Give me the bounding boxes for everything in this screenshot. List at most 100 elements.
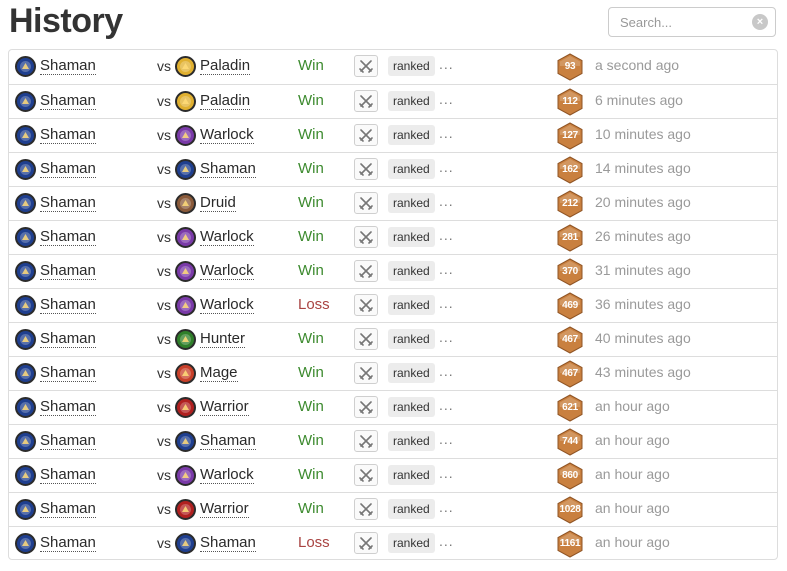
player-class-link[interactable]: Shaman (40, 262, 96, 280)
more-button[interactable]: ... (439, 56, 454, 72)
opponent-class-link[interactable]: Shaman (200, 160, 256, 178)
player-class-link[interactable]: Shaman (40, 194, 96, 212)
warlock-class-icon (175, 465, 196, 486)
more-button[interactable]: ... (439, 465, 454, 481)
opponent-class-link[interactable]: Shaman (200, 432, 256, 450)
shaman-class-icon (15, 261, 36, 282)
more-button[interactable]: ... (439, 193, 454, 209)
rank-value: 860 (562, 470, 578, 481)
opponent-class-link[interactable]: Warlock (200, 466, 254, 484)
more-button[interactable]: ... (439, 363, 454, 379)
more-button[interactable]: ... (439, 499, 454, 515)
history-row[interactable]: Shaman vs Hunter Win ranked... 467 40 minutes … (9, 322, 777, 356)
search-input[interactable] (609, 8, 749, 36)
opponent-class-link[interactable]: Paladin (200, 57, 251, 75)
crossed-swords-icon[interactable] (354, 362, 378, 384)
opponent-class-link[interactable]: Paladin (200, 92, 251, 110)
history-row[interactable]: Shaman vs Warlock Win ranked... 281 26 minutes… (9, 220, 777, 254)
player-class-link[interactable]: Shaman (40, 160, 96, 178)
crossed-swords-icon[interactable] (354, 498, 378, 520)
more-button[interactable]: ... (439, 295, 454, 311)
shaman-class-icon (15, 533, 36, 554)
result-label: Loss (298, 534, 330, 551)
crossed-swords-icon[interactable] (354, 226, 378, 248)
more-button[interactable]: ... (439, 159, 454, 175)
result-label: Win (298, 262, 324, 279)
history-row[interactable]: Shaman vs Warrior Win ranked... 1028 an hour a… (9, 492, 777, 526)
crossed-swords-icon[interactable] (354, 55, 378, 77)
history-row[interactable]: Shaman vs Druid Win ranked... 212 20 minutes a… (9, 186, 777, 220)
mode-badge: ranked (388, 227, 435, 247)
mode-badge: ranked (388, 159, 435, 179)
shaman-class-icon (15, 397, 36, 418)
crossed-swords-icon[interactable] (354, 328, 378, 350)
crossed-swords-icon[interactable] (354, 532, 378, 554)
history-row[interactable]: Shaman vs Paladin Win ranked... 112 6 minutes … (9, 84, 777, 118)
opponent-class-link[interactable]: Warlock (200, 126, 254, 144)
vs-label: vs (157, 501, 171, 517)
history-row[interactable]: Shaman vs Warlock Loss ranked... 469 36 minute… (9, 288, 777, 322)
history-row[interactable]: Shaman vs Warrior Win ranked... 621 an hour ag… (9, 390, 777, 424)
result-label: Win (298, 432, 324, 449)
vs-label: vs (157, 58, 171, 74)
shaman-class-icon (15, 159, 36, 180)
history-row[interactable]: Shaman vs Shaman Win ranked... 162 14 minutes … (9, 152, 777, 186)
player-class-link[interactable]: Shaman (40, 330, 96, 348)
rank-value: 93 (564, 61, 576, 72)
more-button[interactable]: ... (439, 329, 454, 345)
rank-value: 212 (562, 198, 578, 209)
crossed-swords-icon[interactable] (354, 464, 378, 486)
history-row[interactable]: Shaman vs Warlock Win ranked... 370 31 minutes… (9, 254, 777, 288)
search-box[interactable]: × (608, 7, 776, 37)
opponent-class-link[interactable]: Druid (200, 194, 236, 212)
crossed-swords-icon[interactable] (354, 396, 378, 418)
player-class-link[interactable]: Shaman (40, 466, 96, 484)
crossed-swords-icon[interactable] (354, 294, 378, 316)
clear-icon[interactable]: × (752, 14, 768, 30)
history-row[interactable]: Shaman vs Paladin Win ranked... 93 a second ag… (9, 50, 777, 84)
vs-label: vs (157, 195, 171, 211)
player-class-link[interactable]: Shaman (40, 398, 96, 416)
history-row[interactable]: Shaman vs Mage Win ranked... 467 43 minutes ag… (9, 356, 777, 390)
opponent-class-link[interactable]: Warrior (200, 398, 249, 416)
player-class-link[interactable]: Shaman (40, 500, 96, 518)
player-class-link[interactable]: Shaman (40, 296, 96, 314)
crossed-swords-icon[interactable] (354, 260, 378, 282)
player-class-link[interactable]: Shaman (40, 57, 96, 75)
opponent-class-link[interactable]: Warlock (200, 296, 254, 314)
history-row[interactable]: Shaman vs Warlock Win ranked... 127 10 minutes… (9, 118, 777, 152)
history-row[interactable]: Shaman vs Shaman Win ranked... 744 an hour ago (9, 424, 777, 458)
history-row[interactable]: Shaman vs Warlock Win ranked... 860 an hour ag… (9, 458, 777, 492)
opponent-class-link[interactable]: Shaman (200, 534, 256, 552)
player-class-link[interactable]: Shaman (40, 534, 96, 552)
more-button[interactable]: ... (439, 533, 454, 549)
opponent-class-link[interactable]: Warlock (200, 262, 254, 280)
vs-label: vs (157, 93, 171, 109)
mode-badge: ranked (388, 329, 435, 349)
player-class-link[interactable]: Shaman (40, 364, 96, 382)
more-button[interactable]: ... (439, 125, 454, 141)
more-button[interactable]: ... (439, 261, 454, 277)
rank-badge: 860 (556, 462, 584, 490)
player-class-link[interactable]: Shaman (40, 126, 96, 144)
history-row[interactable]: Shaman vs Shaman Loss ranked... 1161 an hour a… (9, 526, 777, 559)
more-button[interactable]: ... (439, 397, 454, 413)
timestamp: 10 minutes ago (595, 126, 691, 142)
player-class-link[interactable]: Shaman (40, 432, 96, 450)
more-button[interactable]: ... (439, 227, 454, 243)
crossed-swords-icon[interactable] (354, 430, 378, 452)
opponent-class-link[interactable]: Warlock (200, 228, 254, 246)
crossed-swords-icon[interactable] (354, 90, 378, 112)
rank-value: 127 (562, 130, 578, 141)
opponent-class-link[interactable]: Warrior (200, 500, 249, 518)
player-class-link[interactable]: Shaman (40, 228, 96, 246)
crossed-swords-icon[interactable] (354, 192, 378, 214)
opponent-class-link[interactable]: Mage (200, 364, 238, 382)
more-button[interactable]: ... (439, 91, 454, 107)
more-button[interactable]: ... (439, 431, 454, 447)
rank-badge: 112 (556, 88, 584, 116)
player-class-link[interactable]: Shaman (40, 92, 96, 110)
crossed-swords-icon[interactable] (354, 158, 378, 180)
crossed-swords-icon[interactable] (354, 124, 378, 146)
opponent-class-link[interactable]: Hunter (200, 330, 246, 348)
